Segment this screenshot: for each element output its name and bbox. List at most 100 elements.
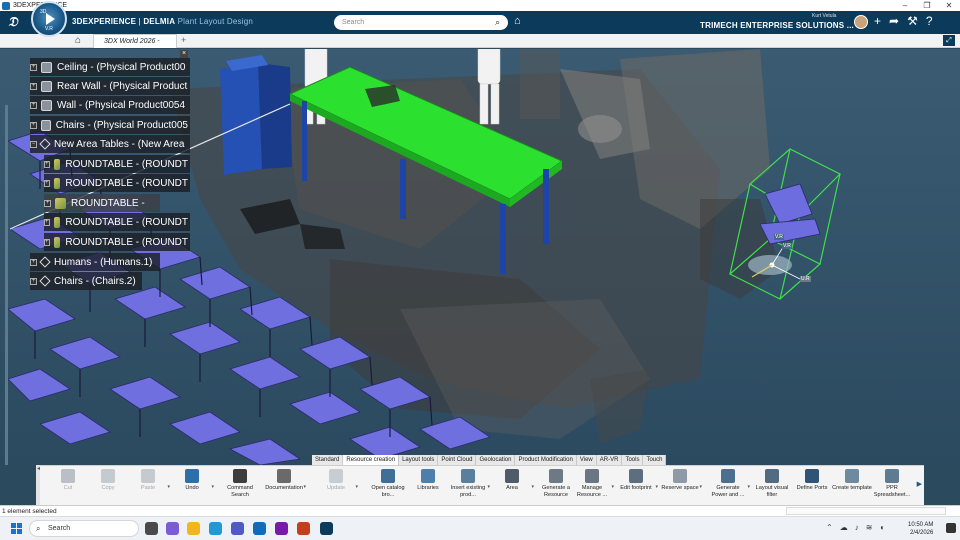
action-tab-point-cloud[interactable]: Point Cloud — [438, 455, 477, 465]
copy-button[interactable]: Copy — [88, 468, 128, 504]
tree-item-ceiling[interactable]: + Ceiling - (Physical Product00 — [30, 58, 190, 76]
tree-item-roundtable-1[interactable]: + ROUNDTABLE - (ROUNDT — [44, 155, 190, 173]
volume-icon[interactable]: ◖ — [879, 523, 884, 532]
expand-icon[interactable]: + — [30, 101, 37, 109]
expand-icon[interactable]: + — [44, 218, 50, 226]
dropdown-caret-icon[interactable]: ▾ — [655, 484, 658, 490]
edge-icon[interactable] — [209, 522, 222, 535]
chevron-up-icon[interactable]: ⌃ — [826, 523, 833, 532]
libraries-button[interactable]: Libraries — [408, 468, 448, 504]
vertical-scrollbar[interactable] — [5, 105, 8, 465]
generate-a-resource-button[interactable]: Generate a Resource — [536, 468, 576, 504]
dropdown-caret-icon[interactable]: ▾ — [747, 484, 750, 490]
power-input-field[interactable] — [786, 507, 946, 515]
onenote-icon[interactable] — [275, 522, 288, 535]
windows-start-icon[interactable] — [11, 523, 22, 534]
action-tab-resource-creation[interactable]: Resource creation — [343, 455, 400, 465]
dropdown-caret-icon[interactable]: ▾ — [355, 484, 358, 490]
dassault-logo-icon[interactable]: 𝔇 — [0, 15, 26, 30]
generate-power-and-button[interactable]: Generate Power and ... ▾ — [708, 468, 750, 504]
powerpoint-icon[interactable] — [297, 522, 310, 535]
expand-icon[interactable]: + — [44, 160, 50, 168]
avatar[interactable] — [854, 15, 868, 29]
new-tab-button[interactable]: + — [181, 35, 186, 45]
layout-visual-filter-button[interactable]: Layout visual filter — [752, 468, 792, 504]
ppr-spreadsheet-button[interactable]: PPR Spreadsheet... — [872, 468, 912, 504]
dropdown-caret-icon[interactable]: ▾ — [303, 484, 306, 490]
wifi-icon[interactable]: ≋ — [866, 523, 873, 532]
tree-item-rear-wall[interactable]: + Rear Wall - (Physical Product — [30, 77, 190, 95]
tree-item-chairs-2[interactable]: + Chairs - (Chairs.2) — [30, 272, 142, 290]
action-tab-standard[interactable]: Standard — [312, 455, 344, 465]
area-button[interactable]: Area ▾ — [492, 468, 534, 504]
expand-icon[interactable]: + — [30, 258, 37, 266]
tree-item-humans[interactable]: + Humans - (Humans.1) — [30, 253, 160, 271]
taskbar-search[interactable]: ⌕ Search — [29, 520, 139, 537]
cut-button[interactable]: Cut — [48, 468, 88, 504]
expand-icon[interactable]: + — [44, 199, 51, 207]
define-ports-button[interactable]: Define Ports — [792, 468, 832, 504]
manage-resource-button[interactable]: Manage Resource ... ▾ — [572, 468, 614, 504]
expand-icon[interactable]: + — [44, 179, 50, 187]
create-template-button[interactable]: Create template — [832, 468, 872, 504]
action-tab-ar-vr[interactable]: AR-VR — [597, 455, 623, 465]
dropdown-caret-icon[interactable]: ▾ — [611, 484, 614, 490]
home-icon[interactable]: ⌂ — [75, 35, 81, 46]
action-bar-next-icon[interactable]: ▶ — [917, 480, 922, 488]
file-explorer-icon[interactable] — [187, 522, 200, 535]
tools-icon[interactable]: ⚒ — [907, 14, 918, 28]
dropdown-caret-icon[interactable]: ▾ — [167, 484, 170, 490]
action-tab-view[interactable]: View — [577, 455, 597, 465]
action-tab-tools[interactable]: Tools — [622, 455, 644, 465]
clock[interactable]: 10:50 AM 2/4/2026 — [908, 521, 933, 537]
mic-icon[interactable]: ♪ — [855, 523, 859, 532]
undo-button[interactable]: Undo ▾ — [172, 468, 214, 504]
maximize-button[interactable]: ❐ — [916, 1, 938, 10]
action-tab-layout-tools[interactable]: Layout tools — [399, 455, 439, 465]
dropdown-caret-icon[interactable]: ▾ — [211, 484, 214, 490]
paste-button[interactable]: Paste ▾ — [128, 468, 170, 504]
fullscreen-icon[interactable]: ⤢ — [943, 35, 955, 46]
add-icon[interactable]: + — [874, 14, 881, 28]
action-tab-touch[interactable]: Touch — [643, 455, 667, 465]
update-button[interactable]: Update ▾ — [316, 468, 358, 504]
search-icon[interactable]: ⌕ — [495, 17, 500, 28]
expand-icon[interactable]: + — [30, 121, 37, 129]
tenant-selector[interactable]: TRIMECH ENTERPRISE SOLUTIONS ...⌄ — [700, 21, 863, 30]
cloud-icon[interactable]: ☁ — [840, 523, 848, 532]
command-search-button[interactable]: Command Search — [220, 468, 260, 504]
compass-button[interactable]: 3D V.R — [31, 1, 67, 37]
help-icon[interactable]: ? — [926, 14, 933, 28]
outlook-icon[interactable] — [253, 522, 266, 535]
dropdown-caret-icon[interactable]: ▾ — [531, 484, 534, 490]
tree-item-roundtable-2[interactable]: + ROUNDTABLE - (ROUNDT — [44, 174, 190, 192]
tab-3dx-world[interactable]: 3DX World 2026 - — [93, 34, 177, 48]
tree-item-chairs[interactable]: + Chairs - (Physical Product005 — [30, 116, 190, 134]
minimize-button[interactable]: – — [894, 1, 916, 10]
3dexperience-icon[interactable] — [320, 522, 333, 535]
collapse-icon[interactable]: − — [30, 140, 37, 148]
expand-icon[interactable]: + — [44, 238, 50, 246]
expand-icon[interactable]: + — [30, 277, 37, 285]
search-input[interactable]: Search ⌕ — [334, 15, 508, 30]
tree-item-roundtable-4[interactable]: + ROUNDTABLE - (ROUNDT — [44, 213, 190, 231]
tag-icon[interactable]: ⌂ — [514, 15, 521, 27]
notification-icon[interactable] — [946, 523, 956, 533]
tree-item-roundtable-5[interactable]: + ROUNDTABLE - (ROUNDT — [44, 233, 190, 251]
tree-collapse-icon[interactable]: × — [180, 50, 188, 58]
tree-item-new-area-tables[interactable]: − New Area Tables - (New Area — [30, 135, 190, 153]
teams-icon[interactable] — [231, 522, 244, 535]
action-tab-product-modification[interactable]: Product Modification — [515, 455, 577, 465]
action-tab-geolocation[interactable]: Geolocation — [476, 455, 516, 465]
open-catalog-bro-button[interactable]: Open catalog bro... — [368, 468, 408, 504]
expand-icon[interactable]: + — [30, 82, 37, 90]
dropdown-caret-icon[interactable]: ▾ — [487, 484, 490, 490]
task-view-icon[interactable] — [145, 522, 158, 535]
expand-icon[interactable]: + — [30, 63, 37, 71]
close-button[interactable]: ✕ — [938, 1, 960, 10]
share-icon[interactable]: ➦ — [889, 14, 899, 28]
dropdown-caret-icon[interactable]: ▾ — [699, 484, 702, 490]
insert-existing-prod-button[interactable]: Insert existing prod... ▾ — [448, 468, 490, 504]
copilot-icon[interactable] — [166, 522, 179, 535]
documentation-button[interactable]: Documentation ▾ — [264, 468, 306, 504]
